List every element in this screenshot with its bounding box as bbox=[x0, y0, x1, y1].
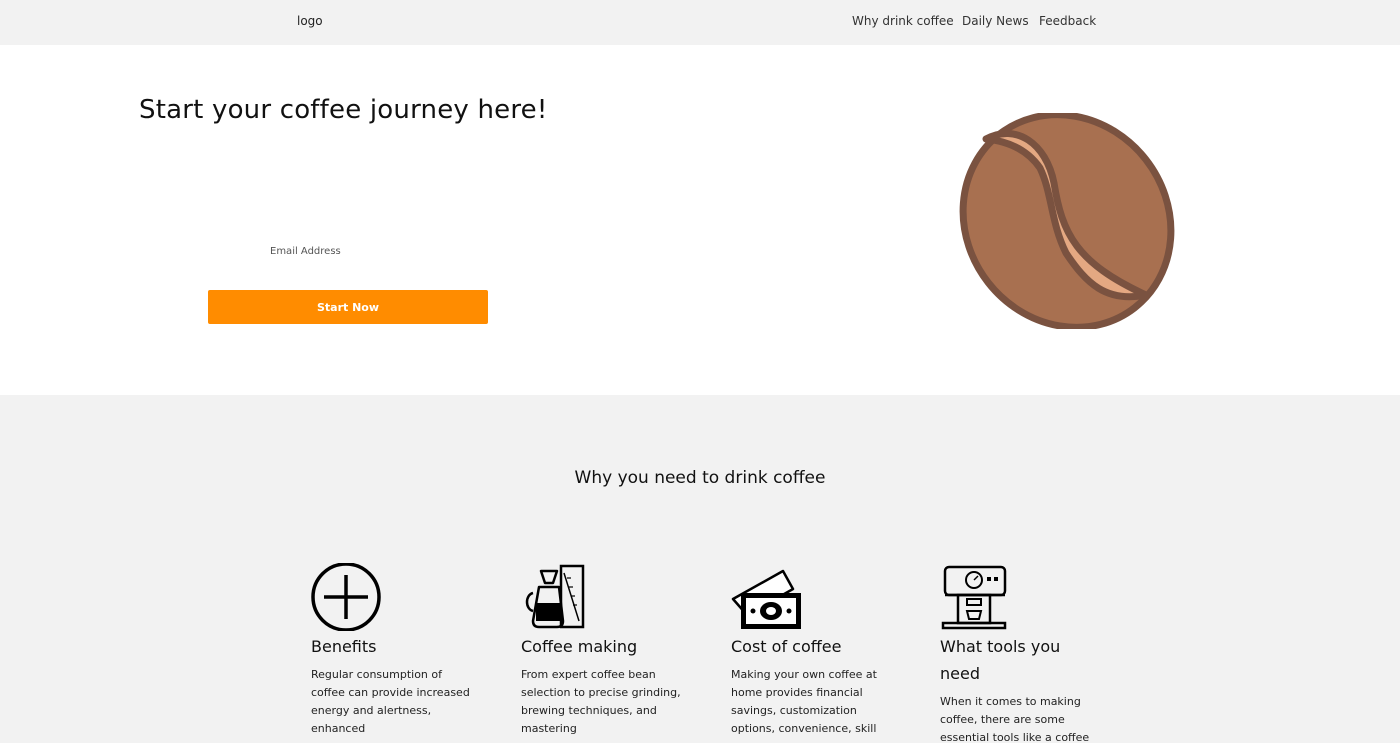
money-icon bbox=[731, 569, 801, 629]
espresso-machine-icon bbox=[941, 565, 1007, 630]
benefits-card: Benefits Regular consumption of coffee c… bbox=[311, 563, 476, 738]
nav-link-why-drink-coffee[interactable]: Why drink coffee bbox=[852, 14, 954, 28]
nav-link-feedback[interactable]: Feedback bbox=[1039, 14, 1096, 28]
coffee-maker-icon bbox=[525, 564, 585, 629]
tools-card: What tools you need When it comes to mak… bbox=[940, 563, 1105, 743]
card-title: Cost of coffee bbox=[731, 637, 842, 656]
email-input[interactable] bbox=[208, 239, 488, 263]
coffee-bean-illustration bbox=[959, 113, 1175, 329]
coffee-making-card: Coffee making From expert coffee bean se… bbox=[521, 563, 686, 738]
top-navbar: logo Why drink coffee Daily News Feedbac… bbox=[0, 0, 1400, 45]
hero-title: Start your coffee journey here! bbox=[139, 95, 548, 125]
card-title: What tools you need bbox=[940, 637, 1061, 683]
logo[interactable]: logo bbox=[297, 14, 323, 28]
hero-section: Start your coffee journey here! Start No… bbox=[0, 45, 1400, 395]
plus-circle-icon bbox=[311, 563, 381, 631]
card-text: From expert coffee bean selection to pre… bbox=[521, 668, 681, 735]
cost-of-coffee-card: Cost of coffee Making your own coffee at… bbox=[731, 563, 896, 738]
card-text: Making your own coffee at home provides … bbox=[731, 668, 877, 735]
start-now-button[interactable]: Start Now bbox=[208, 290, 488, 324]
card-title: Benefits bbox=[311, 637, 377, 656]
card-title: Coffee making bbox=[521, 637, 638, 656]
why-section-title: Why you need to drink coffee bbox=[574, 468, 826, 488]
card-text: Regular consumption of coffee can provid… bbox=[311, 668, 470, 735]
nav-link-daily-news[interactable]: Daily News bbox=[962, 14, 1029, 28]
card-text: When it comes to making coffee, there ar… bbox=[940, 695, 1090, 743]
